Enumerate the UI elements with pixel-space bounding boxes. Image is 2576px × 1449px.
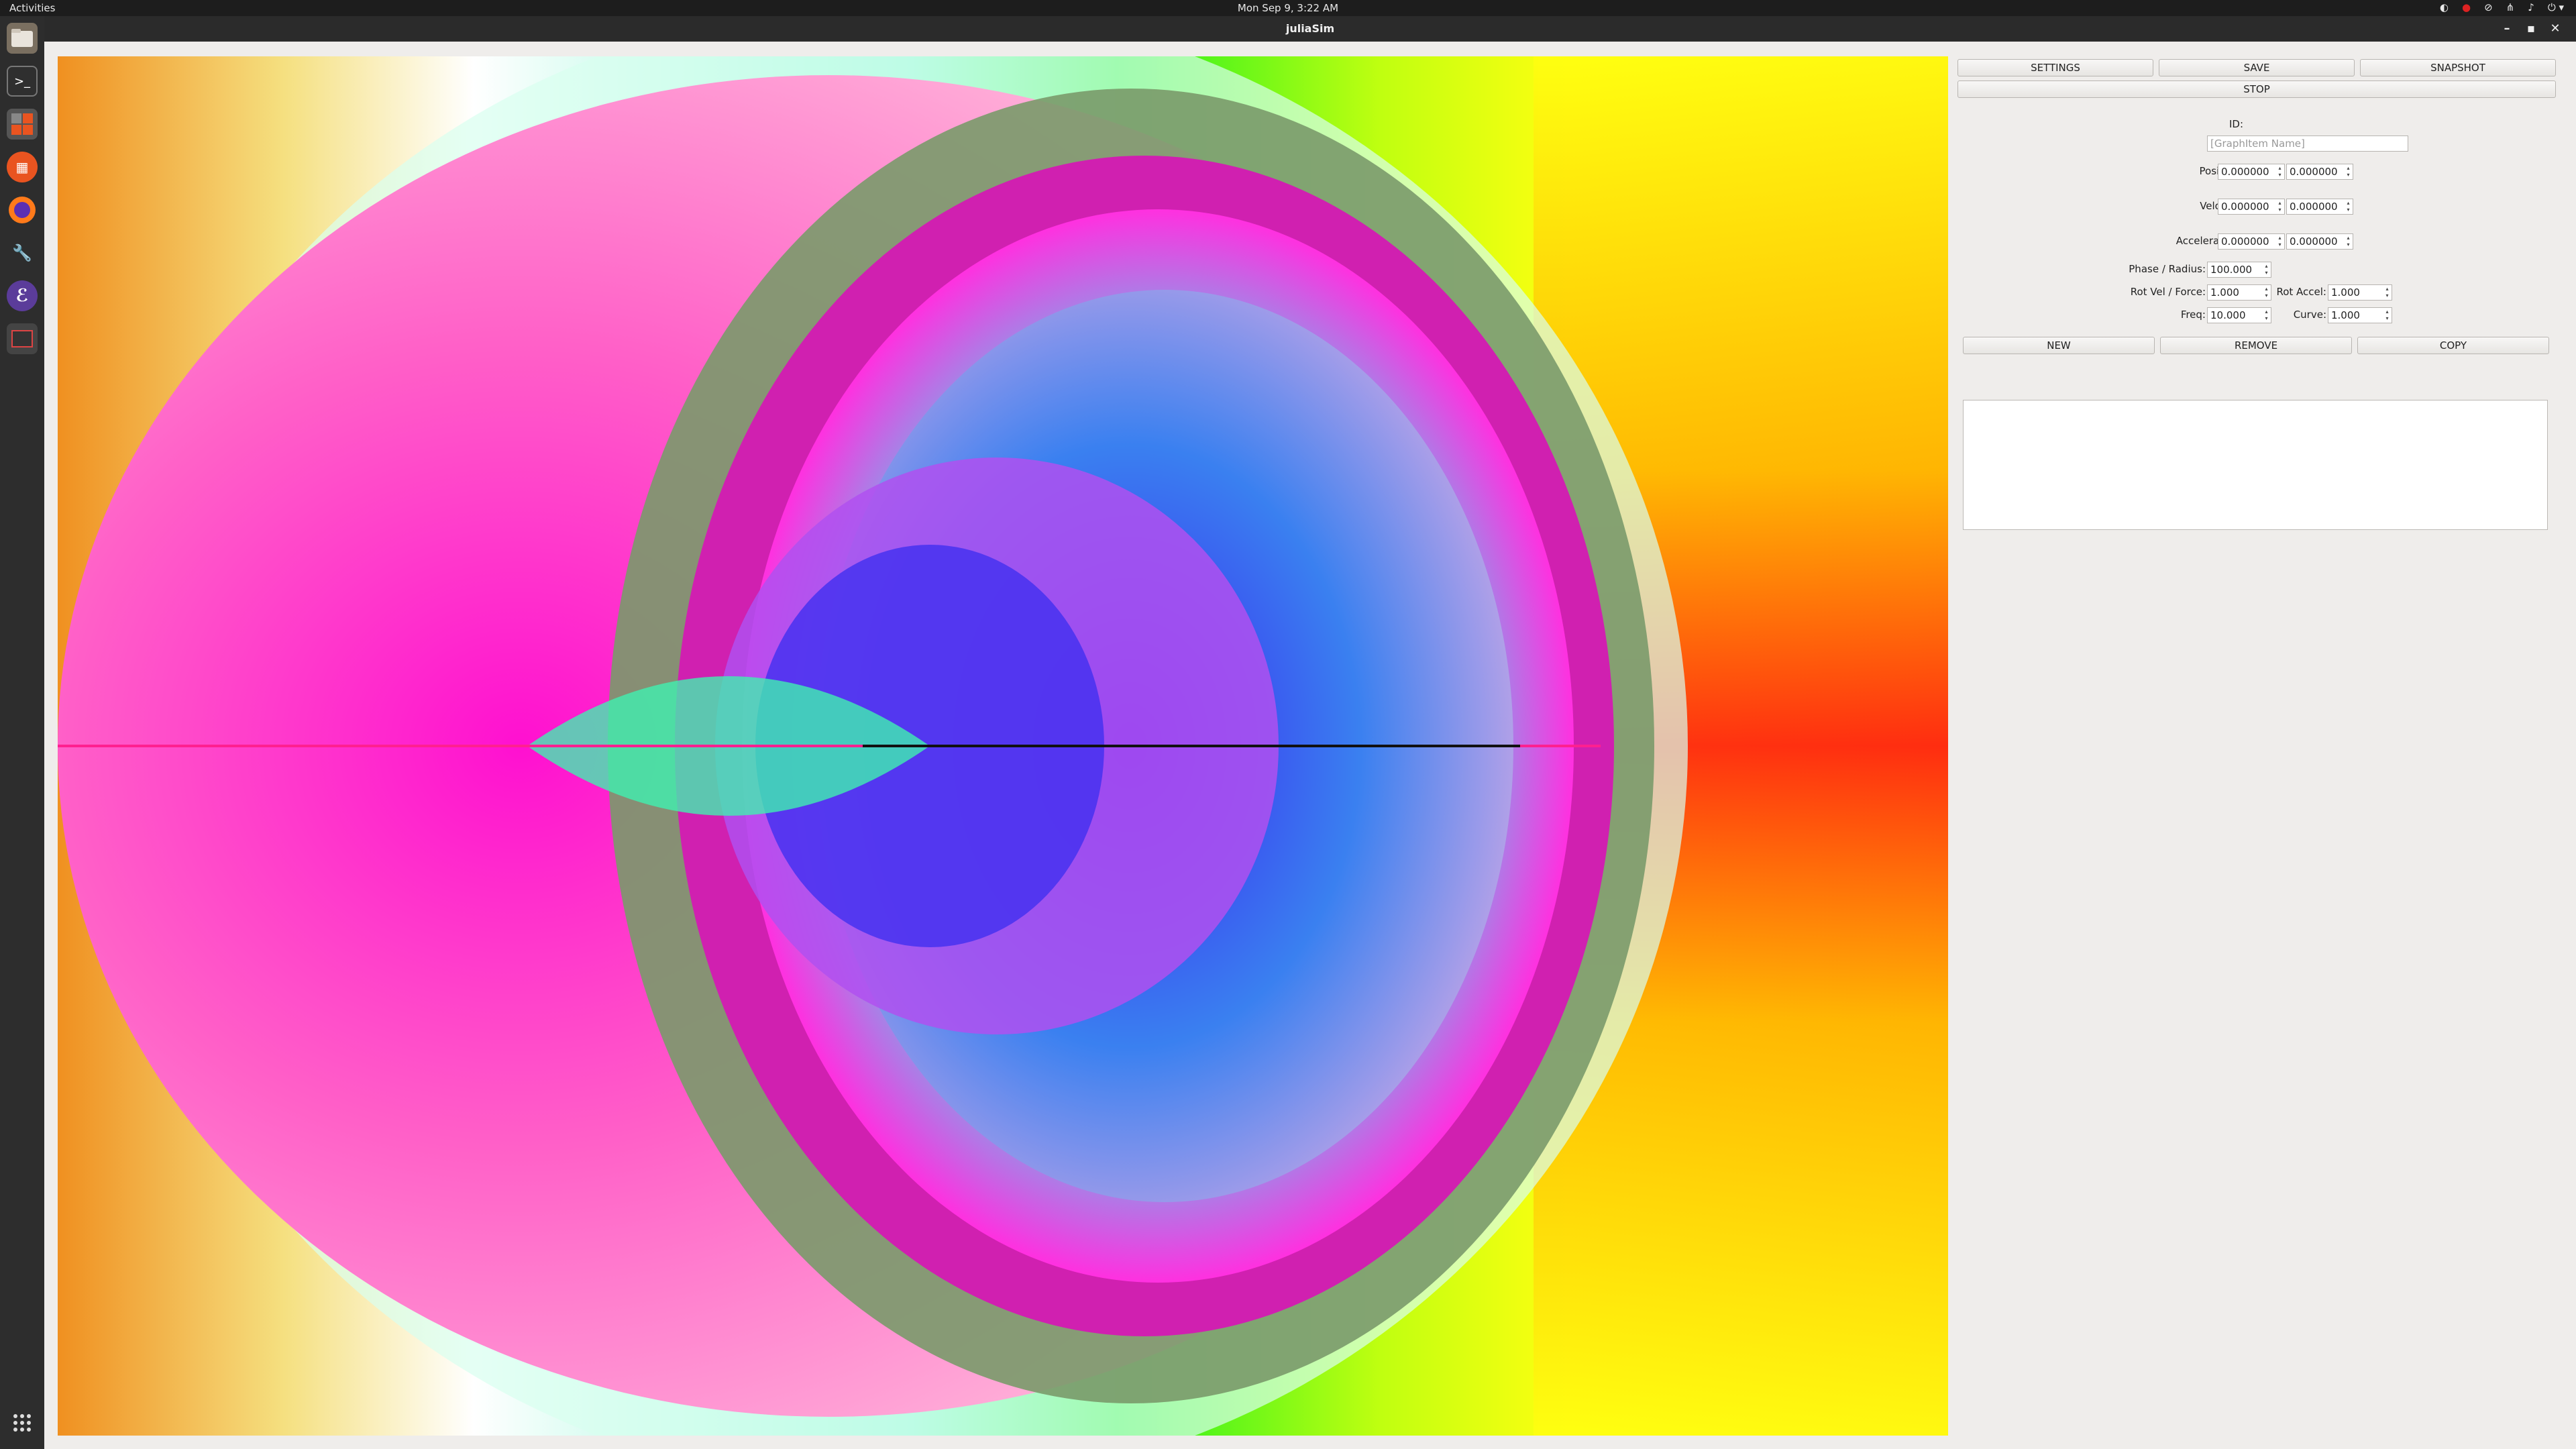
clock[interactable]: Mon Sep 9, 3:22 AM xyxy=(1238,2,1338,14)
calculator-glyph xyxy=(11,113,33,135)
rot-vel-force-label: Rot Vel / Force: xyxy=(2130,286,2206,298)
rot-vel-force-value: 1.000 xyxy=(2210,286,2239,299)
velocity-x-value: 0.000000 xyxy=(2221,201,2269,213)
velocity-y-value: 0.000000 xyxy=(2290,201,2338,213)
spin-arrows-icon[interactable]: ▴ ▾ xyxy=(2276,235,2284,248)
files-icon[interactable] xyxy=(7,23,38,54)
maximize-button[interactable]: ▪ xyxy=(2522,20,2540,38)
spin-arrows-icon[interactable]: ▴ ▾ xyxy=(2263,263,2270,276)
settings-tools-icon[interactable]: 🔧 xyxy=(7,237,38,268)
rot-accel-value: 1.000 xyxy=(2331,286,2360,299)
ubuntu-software-icon[interactable]: ▦ xyxy=(7,152,38,182)
spin-arrows-icon[interactable]: ▴ ▾ xyxy=(2345,200,2352,213)
files-glyph xyxy=(11,29,33,47)
close-button[interactable]: ✕ xyxy=(2546,20,2564,38)
settings-button[interactable]: SETTINGS xyxy=(1957,59,2153,76)
top-bar: Activities Mon Sep 9, 3:22 AM ◐ ● ⊘ ⋔ ♪ … xyxy=(0,0,2576,16)
grid-glyph xyxy=(13,1414,31,1432)
position-y-field[interactable]: 0.000000 ▴ ▾ xyxy=(2286,164,2353,180)
network-icon[interactable]: ⋔ xyxy=(2506,1,2515,13)
activities-button[interactable]: Activities xyxy=(9,2,55,14)
curve-value: 1.000 xyxy=(2331,309,2360,321)
spin-arrows-icon[interactable]: ▴ ▾ xyxy=(2345,165,2352,178)
screenshot-glyph xyxy=(11,330,33,347)
properties-panel: SETTINGS SAVE SNAPSHOT STOP ID: Name: [G… xyxy=(1957,59,2568,1428)
acceleration-y-field[interactable]: 0.000000 ▴ ▾ xyxy=(2286,233,2353,250)
position-x-field[interactable]: 0.000000 ▴ ▾ xyxy=(2218,164,2285,180)
firefox-glyph xyxy=(9,197,36,223)
rot-accel-label: Rot Accel: xyxy=(2276,286,2326,298)
phase-radius-field[interactable]: 100.000 ▴ ▾ xyxy=(2207,262,2271,278)
volume-icon[interactable]: ♪ xyxy=(2528,1,2534,13)
clock-container: Mon Sep 9, 3:22 AM xyxy=(0,2,2576,14)
window-titlebar[interactable]: juliaSim – ▪ ✕ xyxy=(44,16,2576,42)
fractal-render xyxy=(58,56,1948,1436)
record-icon[interactable]: ● xyxy=(2462,1,2471,13)
name-input[interactable]: [GraphItem Name] xyxy=(2207,136,2408,152)
acceleration-x-field[interactable]: 0.000000 ▴ ▾ xyxy=(2218,233,2285,250)
window-title-container: juliaSim xyxy=(44,22,2576,35)
firefox-icon[interactable] xyxy=(7,195,38,225)
spin-arrows-icon[interactable]: ▴ ▾ xyxy=(2383,286,2391,299)
freq-value: 10.000 xyxy=(2210,309,2246,321)
dock: >_ ▦ 🔧 ℰ xyxy=(0,16,44,1449)
rot-vel-force-field[interactable]: 1.000 ▴ ▾ xyxy=(2207,284,2271,301)
window-body: SETTINGS SAVE SNAPSHOT STOP ID: Name: [G… xyxy=(44,42,2576,1449)
spin-arrows-icon[interactable]: ▴ ▾ xyxy=(2276,200,2284,213)
terminal-icon[interactable]: >_ xyxy=(7,66,38,97)
position-y-value: 0.000000 xyxy=(2290,166,2338,178)
calculator-icon[interactable] xyxy=(7,109,38,140)
position-x-value: 0.000000 xyxy=(2221,166,2269,178)
freq-label: Freq: xyxy=(2180,309,2206,321)
screenshot-app-icon[interactable] xyxy=(7,323,38,354)
power-icon[interactable]: ⏻ ▾ xyxy=(2548,1,2564,13)
simulation-canvas[interactable] xyxy=(58,56,1948,1436)
remove-item-button[interactable]: REMOVE xyxy=(2160,337,2352,354)
spin-arrows-icon[interactable]: ▴ ▾ xyxy=(2383,309,2391,322)
rot-accel-field[interactable]: 1.000 ▴ ▾ xyxy=(2328,284,2392,301)
mic-muted-icon[interactable]: ⊘ xyxy=(2484,1,2493,13)
save-button[interactable]: SAVE xyxy=(2159,59,2355,76)
curve-label: Curve: xyxy=(2293,309,2326,321)
velocity-x-field[interactable]: 0.000000 ▴ ▾ xyxy=(2218,199,2285,215)
spin-arrows-icon[interactable]: ▴ ▾ xyxy=(2276,165,2284,178)
phase-radius-label: Phase / Radius: xyxy=(2129,263,2206,275)
steam-icon[interactable]: ◐ xyxy=(2440,1,2449,13)
phase-radius-value: 100.000 xyxy=(2210,264,2253,276)
acceleration-y-value: 0.000000 xyxy=(2290,235,2338,248)
stop-button[interactable]: STOP xyxy=(1957,80,2556,98)
emacs-icon[interactable]: ℰ xyxy=(7,280,38,311)
new-item-button[interactable]: NEW xyxy=(1963,337,2155,354)
system-tray[interactable]: ◐ ● ⊘ ⋔ ♪ ⏻ ▾ xyxy=(2440,1,2564,13)
freq-field[interactable]: 10.000 ▴ ▾ xyxy=(2207,307,2271,323)
spin-arrows-icon[interactable]: ▴ ▾ xyxy=(2345,235,2352,248)
velocity-y-field[interactable]: 0.000000 ▴ ▾ xyxy=(2286,199,2353,215)
window-title: juliaSim xyxy=(1285,22,1335,35)
graph-items-list[interactable] xyxy=(1963,400,2548,530)
id-label: ID: xyxy=(2229,118,2243,130)
acceleration-x-value: 0.000000 xyxy=(2221,235,2269,248)
snapshot-button[interactable]: SNAPSHOT xyxy=(2360,59,2556,76)
minimize-button[interactable]: – xyxy=(2498,20,2516,38)
curve-field[interactable]: 1.000 ▴ ▾ xyxy=(2328,307,2392,323)
show-applications-icon[interactable] xyxy=(7,1407,38,1438)
copy-item-button[interactable]: COPY xyxy=(2357,337,2549,354)
